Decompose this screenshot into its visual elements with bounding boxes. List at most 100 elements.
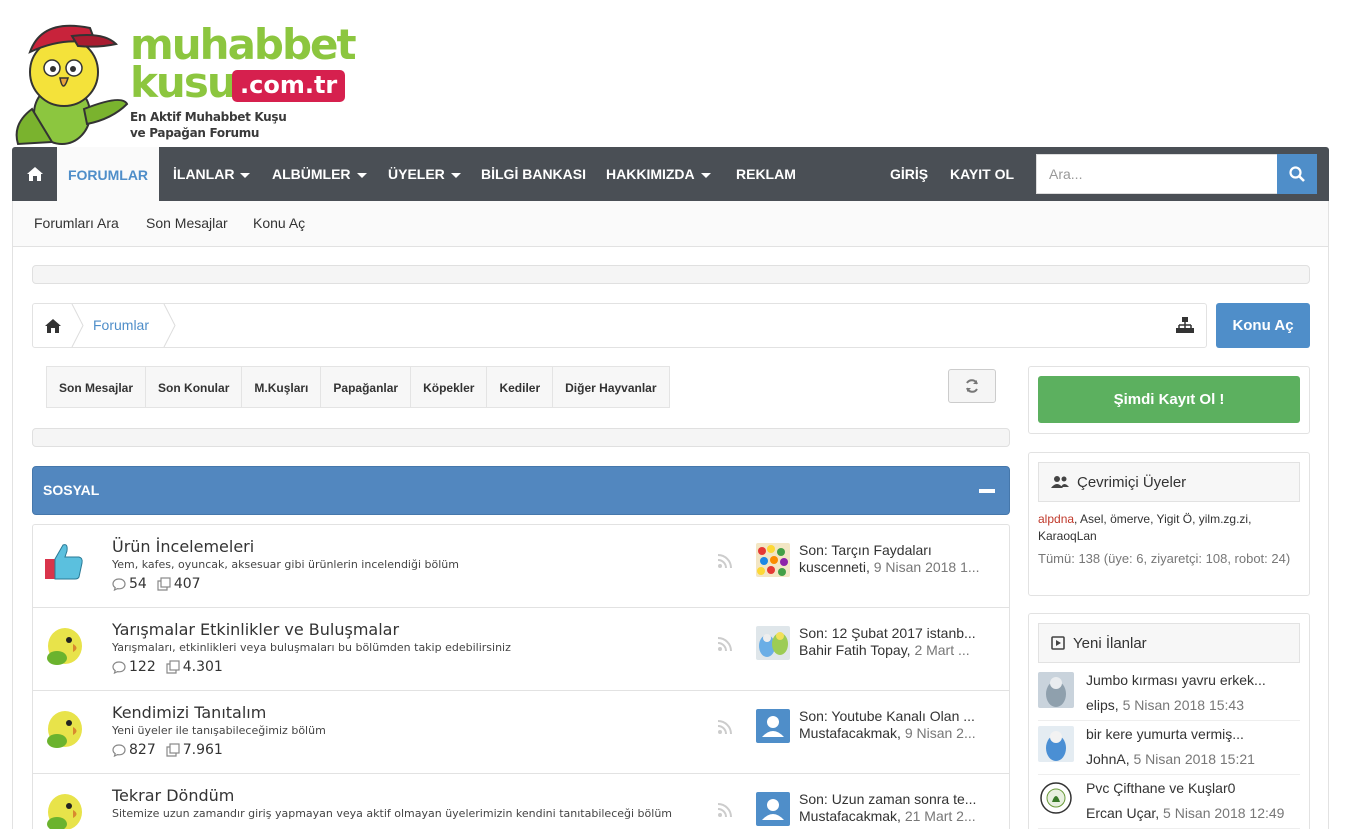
nav-tab-forumlar[interactable]: FORUMLAR [57,147,159,201]
last-post-avatar[interactable] [756,543,790,577]
forum-row: Yarışmalar Etkinlikler ve Buluşmalar Yar… [33,608,1009,691]
refresh-button[interactable] [948,369,996,403]
forum-title[interactable]: Ürün İncelemeleri [112,537,254,556]
comment-icon [112,660,126,674]
nav-tab-hakkimizda[interactable]: HAKKIMIZDA [606,147,711,201]
tab-kopekler[interactable]: Köpekler [411,366,488,408]
sitemap-button[interactable] [1176,317,1194,337]
home-icon [26,167,43,181]
last-post-user[interactable]: Bahir Fatih Topay [799,642,907,658]
default-avatar-icon [756,709,790,743]
listing-date: 5 Nisan 2018 12:49 [1163,805,1285,821]
listing-item[interactable]: bir kere yumurta vermiş... JohnA, 5 Nisa… [1038,722,1300,775]
collapse-icon[interactable] [979,489,995,493]
tab-son-konular[interactable]: Son Konular [146,366,243,408]
parakeet-mascot-icon [15,24,129,146]
last-post-title[interactable]: Son: Youtube Kanalı Olan ... [799,708,999,724]
last-post-user[interactable]: kuscenneti [799,559,866,575]
subnav-konu-ac[interactable]: Konu Aç [253,215,305,231]
parrot-icon [43,790,85,829]
listing-date: 5 Nisan 2018 15:21 [1133,751,1255,767]
rss-icon[interactable] [717,719,733,735]
listing-user[interactable]: JohnA [1086,751,1126,767]
listing-user[interactable]: elips [1086,697,1115,713]
nav-tab-reklam[interactable]: REKLAM [736,147,796,201]
tab-papaganlar[interactable]: Papağanlar [321,366,412,408]
sidebar-register-box: Şimdi Kayıt Ol ! [1028,366,1310,434]
category-title[interactable]: SOSYAL [43,482,99,498]
online-users-header: Çevrimiçi Üyeler [1038,462,1300,502]
users-icon [1051,476,1069,488]
rss-icon[interactable] [717,636,733,652]
last-post-user[interactable]: Mustafacakmak [799,725,897,741]
last-post-meta: Mustafacakmak, 21 Mart 2... [799,808,976,824]
nav-login[interactable]: GİRİŞ [890,147,928,201]
listing-thumbnail [1038,780,1074,816]
listing-item[interactable]: Pvc Çifthane ve Kuşlar0 Ercan Uçar, 5 Ni… [1038,776,1300,829]
nav-home-button[interactable] [12,147,57,201]
listing-item[interactable]: Jumbo kırması yavru erkek... elips, 5 Ni… [1038,668,1300,721]
last-post-title[interactable]: Son: Uzun zaman sonra te... [799,791,999,807]
listing-user[interactable]: Ercan Uçar [1086,805,1155,821]
subnav-forumlari-ara[interactable]: Forumları Ara [34,215,119,231]
listing-title[interactable]: Pvc Çifthane ve Kuşlar0 [1086,780,1235,796]
thread-count: 827 [129,742,156,758]
nav-tab-albumler[interactable]: ALBÜMLER [272,147,367,201]
search-input[interactable]: Ara... [1036,154,1278,194]
caret-down-icon [240,172,251,178]
forum-title[interactable]: Yarışmalar Etkinlikler ve Buluşmalar [112,620,399,639]
forum-title[interactable]: Kendimizi Tanıtalım [112,703,266,722]
search-button[interactable] [1277,154,1317,194]
forum-row: Ürün İncelemeleri Yem, kafes, oyuncak, a… [33,525,1009,608]
category-header: SOSYAL [32,466,1010,515]
tab-kediler[interactable]: Kediler [487,366,554,408]
main-navbar: FORUMLAR İLANLAR ALBÜMLER ÜYELER BİLGİ B… [12,147,1329,201]
new-thread-button[interactable]: Konu Aç [1216,303,1310,348]
last-post-date: 2 Mart ... [914,642,970,658]
breadcrumb-forumlar[interactable]: Forumlar [93,317,149,333]
listing-meta: JohnA, 5 Nisan 2018 15:21 [1086,751,1255,767]
sub-navbar: Forumları Ara Son Mesajlar Konu Aç [12,201,1329,247]
last-post-avatar[interactable] [756,792,790,826]
breadcrumb-separator [163,304,176,347]
forum-row: Kendimizi Tanıtalım Yeni üyeler ile tanı… [33,691,1009,774]
last-post-title[interactable]: Son: 12 Şubat 2017 istanb... [799,625,999,641]
last-post-avatar[interactable] [756,709,790,743]
online-user[interactable]: alpdna [1038,512,1074,526]
new-listings-title: Yeni İlanlar [1073,634,1147,652]
tab-son-mesajlar[interactable]: Son Mesajlar [46,366,147,408]
forum-title[interactable]: Tekrar Döndüm [112,786,234,805]
last-post-title[interactable]: Son: Tarçın Faydaları [799,542,999,558]
forum-stats: 54 407 [112,576,201,592]
logo-tagline-2: ve Papağan Forumu [130,126,260,140]
tab-diger-hayvanlar[interactable]: Diğer Hayvanlar [553,366,670,408]
breadcrumb-home[interactable] [33,304,73,347]
last-post-meta: kuscenneti, 9 Nisan 2018 1... [799,559,980,575]
last-post-avatar[interactable] [756,626,790,660]
nav-tab-uyeler[interactable]: ÜYELER [388,147,461,201]
comment-icon [112,577,126,591]
last-post-meta: Bahir Fatih Topay, 2 Mart ... [799,642,970,658]
listing-title[interactable]: bir kere yumurta vermiş... [1086,726,1244,742]
logo-domain: .com.tr [232,70,346,102]
site-logo[interactable]: muhabbet kusu .com.tr En Aktif Muhabbet … [12,10,357,146]
rss-icon[interactable] [717,553,733,569]
last-post-user[interactable]: Mustafacakmak [799,808,897,824]
tab-content-bar [32,428,1010,447]
rss-icon[interactable] [717,802,733,818]
listing-title[interactable]: Jumbo kırması yavru erkek... [1086,672,1266,688]
subnav-son-mesajlar[interactable]: Son Mesajlar [146,215,228,231]
content-tabs: Son Mesajlar Son Konular M.Kuşları Papağ… [46,366,670,408]
register-now-button[interactable]: Şimdi Kayıt Ol ! [1038,376,1300,423]
nav-register[interactable]: KAYIT OL [950,147,1014,201]
tab-m-kuslari[interactable]: M.Kuşları [242,366,322,408]
default-avatar-icon [756,792,790,826]
nav-tab-ilanlar[interactable]: İLANLAR [173,147,251,201]
seeds-thumbnail-icon [756,543,790,577]
search-icon [1289,166,1305,182]
breadcrumb-separator [71,304,84,347]
notice-bar [32,265,1310,284]
sitemap-icon [1176,317,1194,333]
thumbs-up-icon [45,544,83,580]
nav-tab-bilgi-bankasi[interactable]: BİLGİ BANKASI [481,147,586,201]
